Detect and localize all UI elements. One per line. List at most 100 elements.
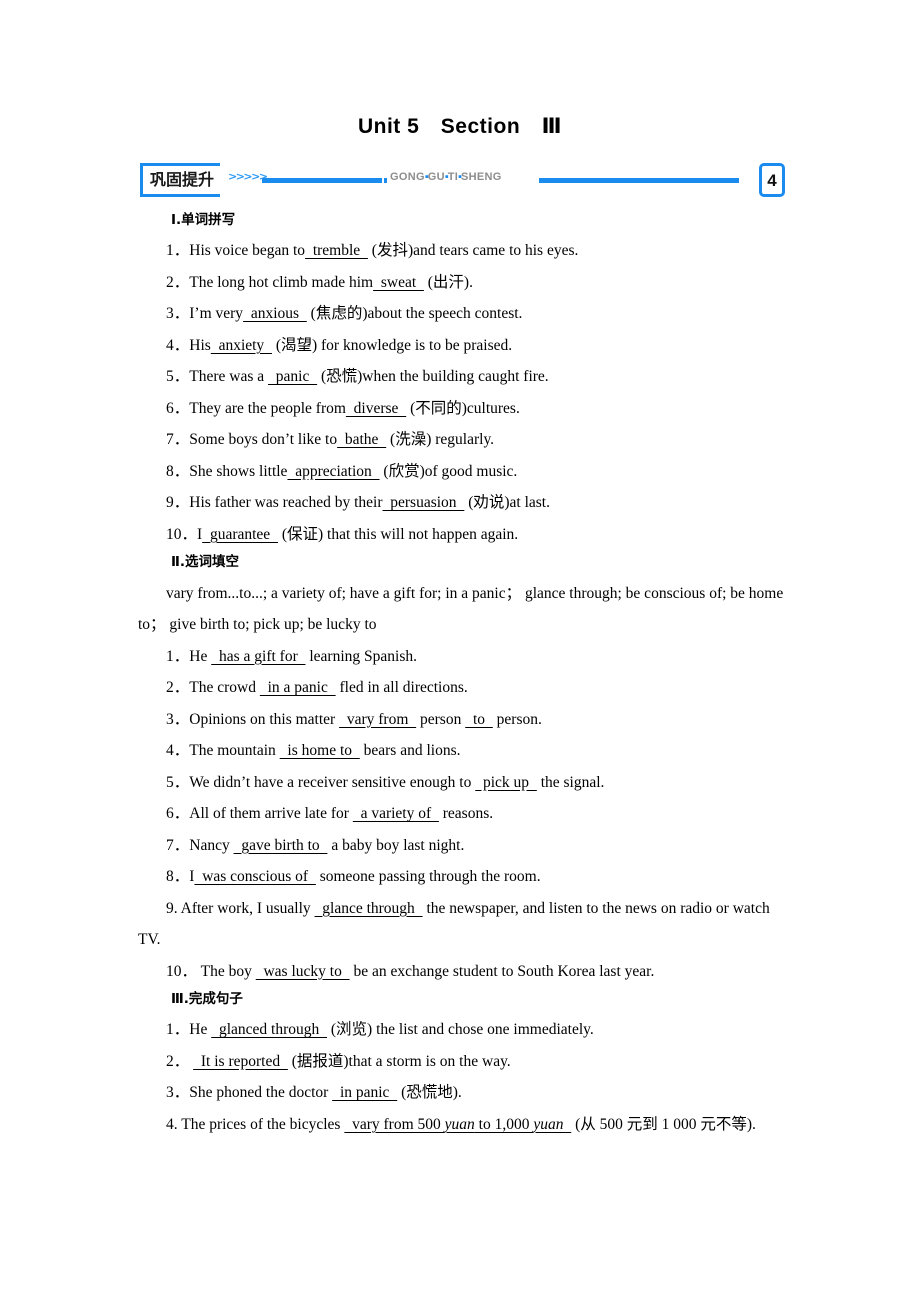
question-item: 3．I’m very anxious (焦虑的)about the speech… — [138, 298, 786, 330]
exercise-content: Ⅰ.单词拼写 1．His voice began to tremble (发抖)… — [138, 210, 786, 1140]
item-text-post: bears and lions. — [359, 742, 461, 759]
pinyin-part-1: GONG — [390, 171, 425, 183]
item-text-pre: Opinions on this matter — [189, 710, 340, 728]
item-text-post: fled in all directions. — [335, 679, 468, 696]
item-text-post: person — [416, 710, 466, 728]
answer-blank: was lucky to — [255, 962, 350, 980]
answer-blank: a variety of — [352, 805, 439, 822]
item-number: 9. — [166, 899, 178, 917]
item-text-pre: His — [189, 336, 211, 354]
question-item: 10．I guarantee (保证) that this will not h… — [138, 519, 786, 551]
item-text-pre: After work, I usually — [177, 899, 315, 917]
word-bank: vary from...to...; a variety of; have a … — [138, 584, 784, 634]
answer-blank: panic — [268, 368, 318, 386]
question-item: 4．The mountain is home to bears and lion… — [138, 735, 786, 767]
question-item: 4. The prices of the bicycles vary from … — [138, 1109, 786, 1141]
item-text-pre: They are the people from — [189, 399, 346, 417]
item-text-post: (劝说)at last. — [464, 494, 550, 512]
item-text-pre: Some boys don’t like to — [189, 431, 338, 449]
item-text-pre: We didn’t have a receiver sensitive enou… — [189, 773, 476, 791]
banner-rule-left — [262, 178, 382, 183]
item-text-post: a baby boy last night. — [327, 836, 465, 854]
answer-blank: anxiety — [210, 336, 272, 354]
item-number: 2． — [166, 273, 190, 291]
item-number: 1． — [166, 242, 190, 260]
question-item: 6．All of them arrive late for a variety … — [138, 798, 786, 830]
item-number: 5． — [166, 773, 190, 791]
item-number: 2． — [166, 1052, 190, 1070]
question-item: 1．He glanced through (浏览) the list and c… — [138, 1014, 786, 1046]
answer-blank: appreciation — [287, 462, 380, 480]
item-text-pre: The long hot climb made him — [189, 273, 374, 291]
item-number: 9． — [166, 494, 190, 512]
item-text-post: reasons. — [438, 805, 494, 822]
blank-italic-2: yuan — [533, 1115, 564, 1133]
answer-blank-2: to — [465, 710, 493, 728]
question-item: 9. After work, I usually glance through … — [138, 893, 786, 956]
item-number: 6． — [166, 399, 190, 417]
item-number: 7． — [166, 431, 190, 449]
item-text-pre: Nancy — [189, 836, 234, 854]
question-item: 3．Opinions on this matter vary from pers… — [138, 704, 786, 736]
section-heading-1: Ⅰ.单词拼写 — [171, 212, 236, 228]
pinyin-part-2: GU — [427, 171, 445, 183]
item-text-post: learning Spanish. — [305, 647, 417, 665]
question-item: 2．The crowd in a panic fled in all direc… — [138, 672, 786, 704]
item-text-post: (恐慌地). — [397, 1084, 462, 1102]
item-text-post-2: person. — [492, 710, 542, 728]
answer-blank: in a panic — [259, 679, 336, 696]
item-text-post: (欣赏)of good music. — [379, 462, 518, 480]
answer-blank: guarantee — [202, 525, 278, 543]
item-number: 3． — [166, 710, 190, 728]
answer-blank: gave birth to — [233, 836, 328, 854]
item-text-pre: His father was reached by their — [189, 494, 383, 512]
answer-blank: It is reported — [193, 1052, 288, 1070]
item-number: 4． — [166, 742, 190, 759]
answer-blank: glanced through — [211, 1021, 328, 1039]
item-text-post: the signal. — [536, 773, 605, 791]
question-item: 5．There was a panic (恐慌)when the buildin… — [138, 361, 786, 393]
item-text-pre: His voice began to — [189, 242, 306, 260]
answer-blank: in panic — [332, 1084, 398, 1102]
item-text-pre: The crowd — [189, 679, 260, 696]
item-text-pre: She shows little — [189, 462, 288, 480]
banner-label: 巩固提升 — [150, 170, 215, 189]
item-text-post: (发抖)and tears came to his eyes. — [367, 242, 579, 260]
item-text-post: (焦虑的)about the speech contest. — [306, 305, 523, 323]
question-item: 3．She phoned the doctor in panic (恐慌地). — [138, 1077, 786, 1109]
item-number: 10． — [166, 962, 198, 980]
blank-text-mid: to 1,000 — [474, 1115, 534, 1133]
question-item: 1．He has a gift for learning Spanish. — [138, 641, 786, 673]
chevron-right-icon: >>>>> — [228, 170, 268, 183]
pinyin-part-4: SHENG — [461, 171, 502, 183]
item-text-post: (据报道)that a storm is on the way. — [287, 1052, 511, 1070]
item-text-post: be an exchange student to South Korea la… — [349, 962, 655, 980]
answer-blank: tremble — [305, 242, 368, 260]
question-item: 6．They are the people from diverse (不同的)… — [138, 393, 786, 425]
item-text-pre: All of them arrive late for — [189, 805, 353, 822]
item-text-post: (恐慌)when the building caught fire. — [317, 368, 549, 386]
question-item: 8．She shows little appreciation (欣赏)of g… — [138, 456, 786, 488]
question-item: 2． It is reported (据报道)that a storm is o… — [138, 1046, 786, 1078]
answer-blank: vary from — [339, 710, 417, 728]
answer-blank: was conscious of — [194, 868, 316, 885]
item-number: 1． — [166, 647, 190, 665]
item-text-pre: The boy — [197, 962, 256, 980]
item-number: 4． — [166, 336, 190, 354]
item-text-post: someone passing through the room. — [315, 868, 541, 885]
banner-number: 4 — [767, 170, 777, 190]
question-item: 7．Nancy gave birth to a baby boy last ni… — [138, 830, 786, 862]
section-heading-2: Ⅱ.选词填空 — [171, 554, 240, 571]
item-number: 1． — [166, 1021, 190, 1039]
blank-text-pre: vary from 500 — [344, 1115, 445, 1133]
item-number: 5． — [166, 368, 190, 386]
item-number: 8． — [166, 868, 190, 885]
item-text-post: (保证) that this will not happen again. — [277, 525, 519, 543]
section-banner: 巩固提升 >>>>> GONG▪GU▪TI▪SHENG 4 — [140, 163, 785, 197]
item-text-pre: He — [189, 1021, 212, 1039]
banner-box-notch — [217, 173, 221, 187]
banner-pinyin: GONG▪GU▪TI▪SHENG — [390, 172, 502, 183]
item-number: 3． — [166, 305, 190, 323]
item-number: 8． — [166, 462, 190, 480]
banner-number-box: 4 — [759, 163, 785, 197]
